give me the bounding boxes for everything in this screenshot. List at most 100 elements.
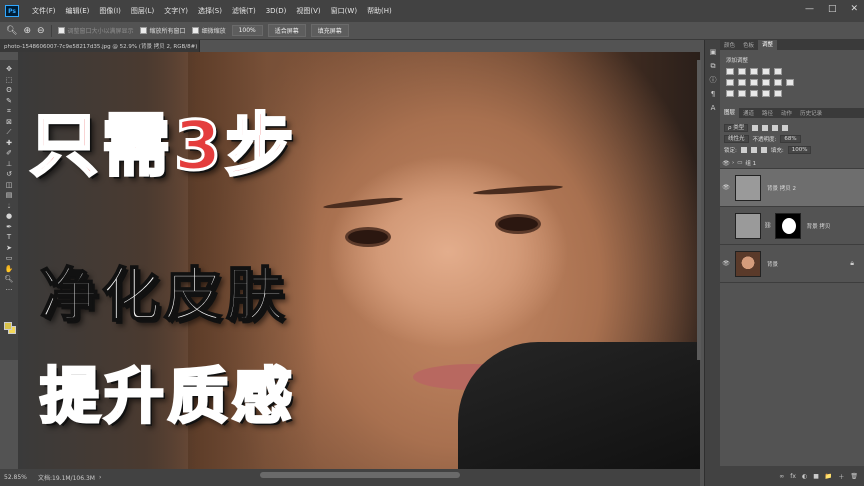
brush-tool-icon[interactable]: ✐ — [2, 148, 16, 159]
layer-mask-thumbnail[interactable] — [774, 212, 801, 239]
layer-style-icon[interactable]: fx — [790, 473, 796, 480]
menu-type[interactable]: 文字(Y) — [159, 6, 193, 16]
visibility-icon[interactable]: 👁︎ — [720, 184, 732, 191]
lock-position-icon[interactable] — [750, 146, 757, 153]
history-panel-icon[interactable]: ▣ — [709, 48, 717, 56]
menu-select[interactable]: 选择(S) — [193, 6, 227, 16]
tab-swatches[interactable]: 色板 — [739, 41, 758, 49]
zoom-all-checkbox[interactable] — [139, 27, 147, 34]
shape-filter-icon[interactable] — [782, 124, 789, 131]
history-brush-tool-icon[interactable]: ↺ — [2, 169, 16, 180]
hue-saturation-icon[interactable] — [726, 79, 734, 86]
zoom-in-icon[interactable]: ⊕ — [23, 26, 31, 36]
properties-panel-icon[interactable]: ⧉ — [709, 62, 717, 70]
type-tool-icon[interactable]: T — [2, 232, 16, 243]
paragraph-panel-icon[interactable]: ¶ — [709, 90, 717, 98]
menu-filter[interactable]: 滤镜(T) — [227, 6, 261, 16]
delete-layer-icon[interactable]: 🗑 — [850, 473, 858, 480]
dodge-tool-icon[interactable]: ● — [2, 211, 16, 222]
maximize-icon[interactable]: □ — [828, 4, 837, 14]
menu-image[interactable]: 图像(I) — [94, 6, 126, 16]
path-selection-tool-icon[interactable]: ➤ — [2, 243, 16, 254]
more-tools-icon[interactable]: ··· — [2, 285, 16, 296]
layer-row-group[interactable]: 👁︎ › ▭ 组 1 — [720, 158, 864, 169]
close-icon[interactable]: ✕ — [850, 4, 858, 14]
status-zoom[interactable]: 52.85% — [0, 474, 30, 481]
link-layers-icon[interactable]: ∞ — [779, 473, 784, 480]
document-canvas[interactable]: 只需3步 净化皮肤 提升质感 — [18, 52, 700, 469]
menu-layer[interactable]: 图层(L) — [126, 6, 159, 16]
tab-history[interactable]: 历史记录 — [796, 109, 826, 117]
mask-link-icon[interactable]: ⛓ — [764, 222, 772, 229]
quick-select-tool-icon[interactable]: ✎ — [2, 96, 16, 107]
move-tool-icon[interactable]: ✥ — [2, 64, 16, 75]
resize-windows-checkbox[interactable] — [57, 27, 65, 34]
menu-edit[interactable]: 编辑(E) — [61, 6, 95, 16]
eraser-tool-icon[interactable]: ◫ — [2, 180, 16, 191]
add-mask-icon[interactable]: ■ — [813, 473, 819, 480]
tab-channels[interactable]: 通道 — [739, 109, 758, 117]
tab-color[interactable]: 颜色 — [720, 41, 739, 49]
layer-row-background[interactable]: 👁︎ 背景 🔒︎ — [720, 245, 864, 283]
color-balance-icon[interactable] — [738, 79, 746, 86]
invert-icon[interactable] — [726, 90, 734, 97]
menu-help[interactable]: 帮助(H) — [362, 6, 397, 16]
zoom-icon[interactable]: 🔍︎ — [6, 26, 17, 36]
document-tab[interactable]: photo-1548606007-7c9e58217d35.jpg @ 52.9… — [0, 40, 200, 52]
status-arrow-icon[interactable]: › — [99, 474, 101, 481]
channel-mixer-icon[interactable] — [774, 79, 782, 86]
clone-stamp-tool-icon[interactable]: ⊥ — [2, 159, 16, 170]
pen-tool-icon[interactable]: ✒ — [2, 222, 16, 233]
layer-row-selected[interactable]: 👁︎ 背景 拷贝 2 — [720, 169, 864, 207]
marquee-tool-icon[interactable]: ⬚ — [2, 75, 16, 86]
visibility-icon[interactable]: 👁︎ — [720, 160, 732, 167]
type-filter-icon[interactable] — [772, 124, 779, 131]
blur-tool-icon[interactable]: 💧︎ — [2, 201, 16, 212]
scrubby-zoom-checkbox[interactable] — [191, 27, 199, 34]
zoom-100-button[interactable]: 100% — [231, 25, 263, 36]
info-panel-icon[interactable]: ⓘ — [709, 76, 717, 84]
color-lookup-icon[interactable] — [786, 79, 794, 86]
lock-all-icon[interactable] — [760, 146, 767, 153]
layer-kind-filter[interactable]: ρ 类型 — [724, 123, 749, 132]
menu-window[interactable]: 窗口(W) — [326, 6, 362, 16]
adjustment-layer-icon[interactable]: ◐ — [802, 473, 807, 480]
gradient-tool-icon[interactable]: ▤ — [2, 190, 16, 201]
new-group-icon[interactable]: 📁 — [825, 473, 832, 480]
posterize-icon[interactable] — [738, 90, 746, 97]
tab-actions[interactable]: 动作 — [777, 109, 796, 117]
fill-input[interactable]: 100% — [787, 145, 812, 154]
tab-adjustments[interactable]: 调整 — [758, 40, 778, 50]
adjustment-filter-icon[interactable] — [762, 124, 769, 131]
visibility-icon[interactable]: 👁︎ — [720, 260, 732, 267]
shape-tool-icon[interactable]: ▭ — [2, 253, 16, 264]
tab-paths[interactable]: 路径 — [758, 109, 777, 117]
frame-tool-icon[interactable]: ⊠ — [2, 117, 16, 128]
brightness-icon[interactable] — [726, 68, 734, 75]
black-white-icon[interactable] — [750, 79, 758, 86]
character-panel-icon[interactable]: A — [709, 104, 717, 112]
pixel-filter-icon[interactable] — [752, 124, 759, 131]
lock-pixels-icon[interactable] — [740, 146, 747, 153]
threshold-icon[interactable] — [750, 90, 758, 97]
healing-brush-tool-icon[interactable]: ✚ — [2, 138, 16, 149]
hand-tool-icon[interactable]: ✋ — [2, 264, 16, 275]
selective-color-icon[interactable] — [774, 90, 782, 97]
eyedropper-tool-icon[interactable]: ⟋ — [2, 127, 16, 138]
fill-screen-button[interactable]: 填充屏幕 — [310, 24, 349, 37]
gradient-map-icon[interactable] — [762, 90, 770, 97]
menu-view[interactable]: 视图(V) — [291, 6, 325, 16]
horizontal-scrollbar[interactable] — [260, 472, 460, 478]
curves-icon[interactable] — [750, 68, 758, 75]
exposure-icon[interactable] — [762, 68, 770, 75]
menu-file[interactable]: 文件(F) — [27, 6, 61, 16]
new-layer-icon[interactable]: ＋ — [838, 472, 844, 481]
opacity-input[interactable]: 68% — [780, 134, 801, 143]
menu-3d[interactable]: 3D(D) — [261, 7, 292, 15]
vibrance-icon[interactable] — [774, 68, 782, 75]
foreground-color-swatch[interactable] — [4, 322, 12, 330]
photo-filter-icon[interactable] — [762, 79, 770, 86]
zoom-out-icon[interactable]: ⊖ — [37, 26, 45, 36]
minimize-icon[interactable]: — — [805, 4, 814, 14]
layer-row-masked[interactable]: ⛓ 背景 拷贝 — [720, 207, 864, 245]
